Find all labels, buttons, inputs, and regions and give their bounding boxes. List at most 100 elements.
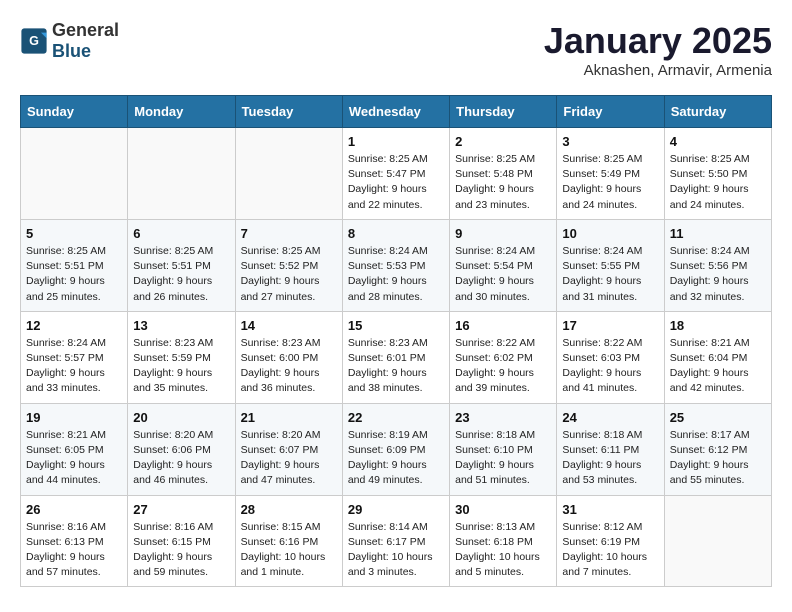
day-number: 23 [455,410,551,425]
calendar-cell: 30 Sunrise: 8:13 AM Sunset: 6:18 PM Dayli… [450,495,557,587]
calendar-cell: 20 Sunrise: 8:20 AM Sunset: 6:06 PM Dayli… [128,403,235,495]
day-number: 7 [241,226,337,241]
day-info: Sunrise: 8:15 AM Sunset: 6:16 PM Dayligh… [241,520,337,581]
day-number: 2 [455,134,551,149]
day-number: 11 [670,226,766,241]
day-info: Sunrise: 8:25 AM Sunset: 5:52 PM Dayligh… [241,244,337,305]
day-info: Sunrise: 8:23 AM Sunset: 5:59 PM Dayligh… [133,336,229,397]
day-info: Sunrise: 8:25 AM Sunset: 5:50 PM Dayligh… [670,152,766,213]
day-number: 16 [455,318,551,333]
day-number: 14 [241,318,337,333]
calendar-cell: 8Sunrise: 8:24 AM Sunset: 5:53 PM Daylig… [342,219,449,311]
day-info: Sunrise: 8:22 AM Sunset: 6:02 PM Dayligh… [455,336,551,397]
calendar-cell [664,495,771,587]
calendar-cell: 31 Sunrise: 8:12 AM Sunset: 6:19 PM Dayli… [557,495,664,587]
day-number: 17 [562,318,658,333]
calendar-cell: 12Sunrise: 8:24 AM Sunset: 5:57 PM Dayli… [21,311,128,403]
logo-icon: G [20,27,48,55]
calendar-cell: 4 Sunrise: 8:25 AM Sunset: 5:50 PM Daylig… [664,128,771,220]
day-number: 20 [133,410,229,425]
calendar-cell: 17 Sunrise: 8:22 AM Sunset: 6:03 PM Dayli… [557,311,664,403]
weekday-header: Sunday [21,96,128,128]
day-number: 13 [133,318,229,333]
calendar-cell: 22 Sunrise: 8:19 AM Sunset: 6:09 PM Dayli… [342,403,449,495]
day-info: Sunrise: 8:17 AM Sunset: 6:12 PM Dayligh… [670,428,766,489]
calendar-cell: 19 Sunrise: 8:21 AM Sunset: 6:05 PM Dayli… [21,403,128,495]
calendar-cell: 27Sunrise: 8:16 AM Sunset: 6:15 PM Dayli… [128,495,235,587]
calendar-cell [128,128,235,220]
calendar-cell [235,128,342,220]
day-number: 30 [455,502,551,517]
day-info: Sunrise: 8:18 AM Sunset: 6:10 PM Dayligh… [455,428,551,489]
calendar-cell: 16 Sunrise: 8:22 AM Sunset: 6:02 PM Dayli… [450,311,557,403]
title-area: January 2025 Aknashen, Armavir, Armenia [544,20,772,79]
day-number: 21 [241,410,337,425]
weekday-header-row: SundayMondayTuesdayWednesdayThursdayFrid… [21,96,772,128]
day-info: Sunrise: 8:20 AM Sunset: 6:06 PM Dayligh… [133,428,229,489]
calendar-cell: 10Sunrise: 8:24 AM Sunset: 5:55 PM Dayli… [557,219,664,311]
day-info: Sunrise: 8:23 AM Sunset: 6:00 PM Dayligh… [241,336,337,397]
day-info: Sunrise: 8:19 AM Sunset: 6:09 PM Dayligh… [348,428,444,489]
logo-general: General [52,20,119,40]
calendar-cell: 26Sunrise: 8:16 AM Sunset: 6:13 PM Dayli… [21,495,128,587]
day-number: 31 [562,502,658,517]
calendar-cell: 25 Sunrise: 8:17 AM Sunset: 6:12 PM Dayli… [664,403,771,495]
calendar-cell: 7 Sunrise: 8:25 AM Sunset: 5:52 PM Daylig… [235,219,342,311]
day-number: 24 [562,410,658,425]
calendar-cell: 6 Sunrise: 8:25 AM Sunset: 5:51 PM Daylig… [128,219,235,311]
day-number: 1 [348,134,444,149]
day-number: 9 [455,226,551,241]
day-info: Sunrise: 8:14 AM Sunset: 6:17 PM Dayligh… [348,520,444,581]
calendar-cell: 9 Sunrise: 8:24 AM Sunset: 5:54 PM Daylig… [450,219,557,311]
day-number: 5 [26,226,122,241]
weekday-header: Monday [128,96,235,128]
day-info: Sunrise: 8:25 AM Sunset: 5:51 PM Dayligh… [133,244,229,305]
calendar-cell: 3Sunrise: 8:25 AM Sunset: 5:49 PM Daylig… [557,128,664,220]
calendar-cell: 14 Sunrise: 8:23 AM Sunset: 6:00 PM Dayli… [235,311,342,403]
calendar-cell: 28 Sunrise: 8:15 AM Sunset: 6:16 PM Dayli… [235,495,342,587]
day-info: Sunrise: 8:18 AM Sunset: 6:11 PM Dayligh… [562,428,658,489]
main-title: January 2025 [544,20,772,62]
day-info: Sunrise: 8:24 AM Sunset: 5:53 PM Dayligh… [348,244,444,305]
weekday-header: Tuesday [235,96,342,128]
calendar-table: SundayMondayTuesdayWednesdayThursdayFrid… [20,95,772,587]
calendar-cell: 11 Sunrise: 8:24 AM Sunset: 5:56 PM Dayli… [664,219,771,311]
day-info: Sunrise: 8:24 AM Sunset: 5:54 PM Dayligh… [455,244,551,305]
logo-blue: Blue [52,41,91,61]
day-info: Sunrise: 8:21 AM Sunset: 6:04 PM Dayligh… [670,336,766,397]
day-number: 25 [670,410,766,425]
day-info: Sunrise: 8:12 AM Sunset: 6:19 PM Dayligh… [562,520,658,581]
day-number: 29 [348,502,444,517]
calendar-cell: 13 Sunrise: 8:23 AM Sunset: 5:59 PM Dayli… [128,311,235,403]
day-info: Sunrise: 8:22 AM Sunset: 6:03 PM Dayligh… [562,336,658,397]
day-number: 28 [241,502,337,517]
calendar-cell: 15Sunrise: 8:23 AM Sunset: 6:01 PM Dayli… [342,311,449,403]
calendar-week-row: 19 Sunrise: 8:21 AM Sunset: 6:05 PM Dayli… [21,403,772,495]
calendar-cell: 18 Sunrise: 8:21 AM Sunset: 6:04 PM Dayli… [664,311,771,403]
day-number: 3 [562,134,658,149]
calendar-week-row: 12Sunrise: 8:24 AM Sunset: 5:57 PM Dayli… [21,311,772,403]
calendar-cell: 1 Sunrise: 8:25 AM Sunset: 5:47 PM Daylig… [342,128,449,220]
weekday-header: Friday [557,96,664,128]
day-number: 26 [26,502,122,517]
day-info: Sunrise: 8:16 AM Sunset: 6:15 PM Dayligh… [133,520,229,581]
calendar-cell: 29 Sunrise: 8:14 AM Sunset: 6:17 PM Dayli… [342,495,449,587]
day-number: 6 [133,226,229,241]
calendar-cell: 5Sunrise: 8:25 AM Sunset: 5:51 PM Daylig… [21,219,128,311]
day-info: Sunrise: 8:24 AM Sunset: 5:56 PM Dayligh… [670,244,766,305]
logo-text: General Blue [52,20,119,62]
day-number: 18 [670,318,766,333]
day-number: 4 [670,134,766,149]
calendar-week-row: 5 Sunrise: 8:25 AM Sunset: 5:51 PM Daylig… [21,219,772,311]
day-info: Sunrise: 8:21 AM Sunset: 6:05 PM Dayligh… [26,428,122,489]
weekday-header: Wednesday [342,96,449,128]
day-info: Sunrise: 8:13 AM Sunset: 6:18 PM Dayligh… [455,520,551,581]
day-number: 19 [26,410,122,425]
calendar-cell: 21Sunrise: 8:20 AM Sunset: 6:07 PM Dayli… [235,403,342,495]
calendar-cell: 2 Sunrise: 8:25 AM Sunset: 5:48 PM Daylig… [450,128,557,220]
calendar-cell: 24 Sunrise: 8:18 AM Sunset: 6:11 PM Dayli… [557,403,664,495]
calendar-cell [21,128,128,220]
day-info: Sunrise: 8:25 AM Sunset: 5:48 PM Dayligh… [455,152,551,213]
day-info: Sunrise: 8:25 AM Sunset: 5:47 PM Dayligh… [348,152,444,213]
day-number: 22 [348,410,444,425]
